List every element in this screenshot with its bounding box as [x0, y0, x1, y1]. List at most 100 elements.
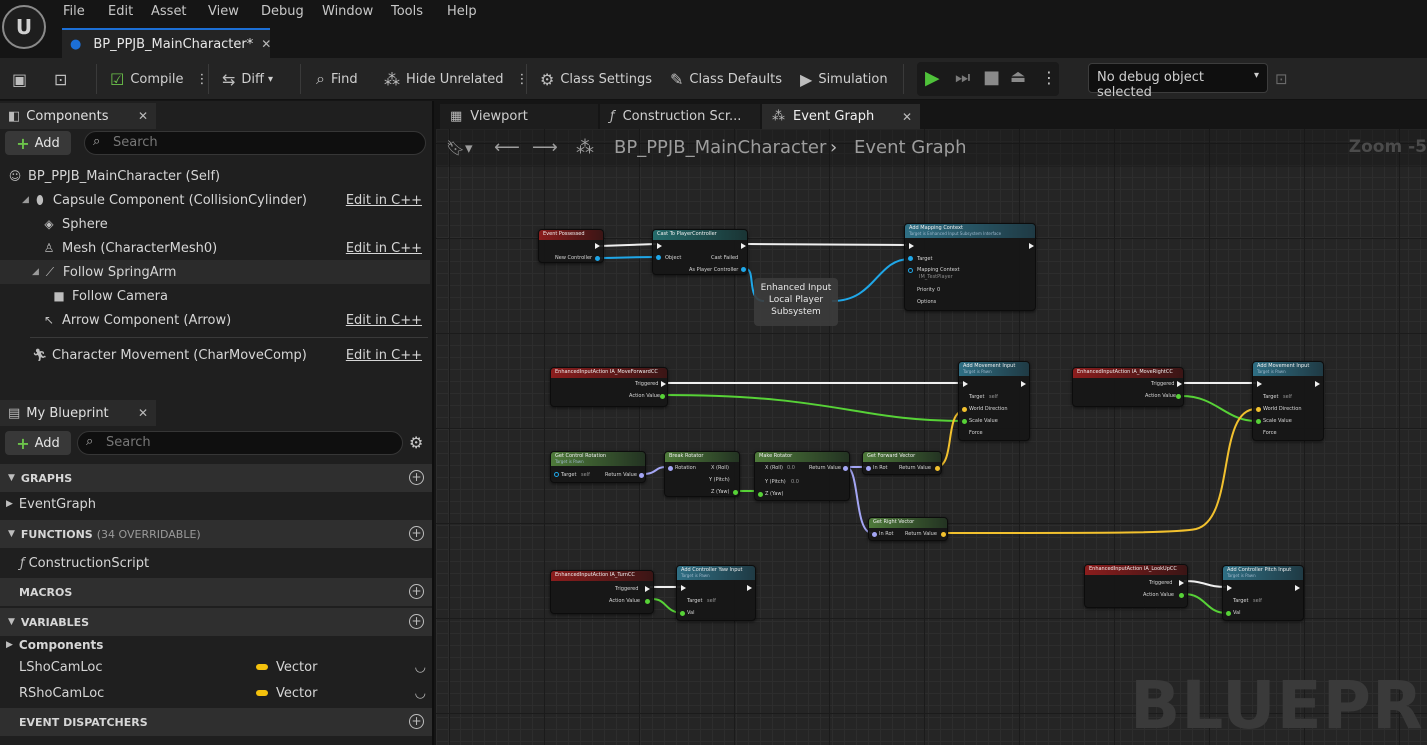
- back-arrow-icon[interactable]: ⟵: [494, 137, 520, 158]
- component-arrow[interactable]: ↖ Arrow Component (Arrow) Edit in C++: [0, 308, 430, 332]
- object-pin[interactable]: [656, 255, 661, 260]
- class-settings-button[interactable]: ⚙ Class Settings: [540, 58, 652, 100]
- save-button[interactable]: ▣: [12, 58, 33, 100]
- component-sphere[interactable]: ◈ Sphere: [0, 212, 430, 236]
- add-circle-icon[interactable]: +: [409, 584, 424, 599]
- float-pin[interactable]: [680, 611, 685, 616]
- object-pin[interactable]: [908, 256, 913, 261]
- component-camera[interactable]: ■ Follow Camera: [0, 284, 430, 308]
- variable-type[interactable]: Vector: [256, 660, 317, 675]
- exec-out-pin[interactable]: [1179, 580, 1184, 586]
- settings-icon[interactable]: ⚙: [409, 433, 423, 452]
- edit-in-cpp-link[interactable]: Edit in C++: [346, 241, 422, 256]
- edit-in-cpp-link[interactable]: Edit in C++: [346, 348, 422, 363]
- function-item-constructionscript[interactable]: ƒ ConstructionScript: [0, 551, 432, 575]
- component-charmove[interactable]: 🏃︎ Character Movement (CharMoveComp) Edi…: [0, 343, 430, 367]
- more-icon[interactable]: ⋮: [196, 72, 209, 87]
- node-get-right-vector[interactable]: Get Right Vector In Rot Return Value: [868, 517, 948, 541]
- node-ia-turn[interactable]: EnhancedInputAction IA_TurnCC Triggered …: [550, 570, 654, 614]
- node-ia-lookup[interactable]: EnhancedInputAction IA_LookUpCC Triggere…: [1084, 564, 1188, 608]
- node-get-control-rotation[interactable]: Get Control Rotation Target is Pawn Targe…: [550, 451, 646, 483]
- component-self[interactable]: ☺ BP_PPJB_MainCharacter (Self): [0, 164, 430, 188]
- collapse-arrow-icon[interactable]: ◢: [22, 195, 29, 205]
- rotator-pin[interactable]: [843, 466, 848, 471]
- exec-out-pin[interactable]: [645, 586, 650, 592]
- float-pin[interactable]: [962, 419, 967, 424]
- menu-help[interactable]: Help: [447, 4, 477, 19]
- float-pin[interactable]: [1256, 419, 1261, 424]
- tab-event-graph[interactable]: ⁂ Event Graph ✕: [762, 104, 920, 129]
- components-tab[interactable]: ◧ Components ✕: [0, 103, 156, 129]
- collapse-arrow-icon[interactable]: ▶: [6, 499, 13, 509]
- float-pin[interactable]: [1226, 611, 1231, 616]
- collapse-arrow-icon[interactable]: ▶: [6, 640, 13, 650]
- vector-pin[interactable]: [935, 466, 940, 471]
- graphs-section-header[interactable]: ▼ GRAPHS +: [0, 464, 432, 492]
- node-add-mapping-context[interactable]: Add Mapping Context Target is Enhanced In…: [904, 223, 1036, 311]
- play-icon[interactable]: ▶: [925, 67, 940, 89]
- exec-in-pin[interactable]: [1257, 381, 1262, 387]
- event-graph-canvas[interactable]: 🔖︎▾ ⟵ ⟶ ⁂ BP_PPJB_MainCharacter › Event …: [436, 129, 1427, 745]
- exec-out-pin[interactable]: [595, 243, 600, 249]
- add-member-button[interactable]: + Add: [5, 431, 71, 455]
- rotator-pin[interactable]: [872, 532, 877, 537]
- menu-edit[interactable]: Edit: [108, 4, 133, 19]
- object-pin[interactable]: [741, 267, 746, 272]
- step-icon[interactable]: ⏭: [955, 68, 970, 88]
- pin-value[interactable]: 0.0: [791, 479, 799, 485]
- node-add-movement-input[interactable]: Add Movement Input Target is Pawn Target …: [958, 361, 1030, 441]
- node-break-rotator[interactable]: Break Rotator Rotation X (Roll) Y (Pitch…: [664, 451, 740, 497]
- tab-construction-script[interactable]: ƒ Construction Scr...: [600, 104, 760, 129]
- object-pin[interactable]: [595, 256, 600, 261]
- vector-pin[interactable]: [962, 407, 967, 412]
- rotator-pin[interactable]: [866, 466, 871, 471]
- functions-section-header[interactable]: ▼ FUNCTIONS (34 OVERRIDABLE) +: [0, 520, 432, 548]
- node-ia-move-forward[interactable]: EnhancedInputAction IA_MoveForwardCC Tri…: [550, 367, 668, 407]
- float-pin[interactable]: [758, 492, 763, 497]
- collapse-arrow-icon[interactable]: ◢: [32, 267, 39, 277]
- float-pin[interactable]: [660, 394, 665, 399]
- edit-in-cpp-link[interactable]: Edit in C++: [346, 313, 422, 328]
- compile-button[interactable]: ☑ Compile ⋮: [110, 58, 209, 100]
- add-component-button[interactable]: + Add: [5, 131, 71, 155]
- variable-category-components[interactable]: ▶ Components: [0, 633, 432, 657]
- debug-browse-icon[interactable]: ⊡: [1275, 70, 1288, 88]
- close-icon[interactable]: ✕: [902, 110, 912, 124]
- simulation-button[interactable]: ▶ Simulation: [800, 58, 888, 100]
- component-springarm[interactable]: ◢ ⟋ Follow SpringArm: [0, 260, 430, 284]
- node-add-controller-yaw-input[interactable]: Add Controller Yaw Input Target is Pawn T…: [676, 565, 756, 621]
- add-circle-icon[interactable]: +: [409, 614, 424, 629]
- menu-window[interactable]: Window: [322, 4, 373, 19]
- bookmark-icon[interactable]: 🔖︎▾: [446, 139, 473, 157]
- node-add-movement-input[interactable]: Add Movement Input Target is Pawn Target …: [1252, 361, 1324, 441]
- exec-out-pin[interactable]: [1177, 381, 1182, 387]
- menu-view[interactable]: View: [208, 4, 239, 19]
- forward-arrow-icon[interactable]: ⟶: [532, 137, 558, 158]
- variables-section-header[interactable]: ▼ VARIABLES +: [0, 608, 432, 636]
- eject-icon[interactable]: ⏏: [1010, 67, 1026, 87]
- more-icon[interactable]: ⋮: [1041, 68, 1057, 87]
- diff-button[interactable]: ⇆ Diff ▾: [222, 58, 273, 100]
- float-pin[interactable]: [1176, 394, 1181, 399]
- document-tab[interactable]: ● BP_PPJB_MainCharacter* ✕: [62, 28, 271, 58]
- edit-in-cpp-link[interactable]: Edit in C++: [346, 193, 422, 208]
- node-add-controller-pitch-input[interactable]: Add Controller Pitch Input Target is Pawn…: [1222, 565, 1304, 621]
- event-dispatchers-section-header[interactable]: EVENT DISPATCHERS +: [0, 708, 432, 736]
- macros-section-header[interactable]: MACROS +: [0, 578, 432, 606]
- node-get-forward-vector[interactable]: Get Forward Vector In Rot Return Value: [862, 451, 942, 475]
- rotator-pin[interactable]: [668, 466, 673, 471]
- node-cast-to-playercontroller[interactable]: Cast To PlayerController Object Cast Fai…: [652, 229, 748, 275]
- exec-out-pin[interactable]: [1295, 585, 1300, 591]
- object-pin[interactable]: [908, 268, 913, 273]
- breadcrumb-leaf[interactable]: Event Graph: [854, 137, 967, 158]
- class-defaults-button[interactable]: ✎ Class Defaults: [670, 58, 782, 100]
- menu-file[interactable]: File: [63, 4, 85, 19]
- menu-debug[interactable]: Debug: [261, 4, 304, 19]
- pin-value[interactable]: IM_TestPlayer: [919, 274, 953, 280]
- menu-asset[interactable]: Asset: [151, 4, 187, 19]
- exec-in-pin[interactable]: [1227, 585, 1232, 591]
- breadcrumb-root[interactable]: BP_PPJB_MainCharacter: [614, 137, 826, 158]
- eye-icon[interactable]: ◡: [415, 660, 426, 675]
- object-pin[interactable]: [554, 472, 559, 477]
- pin-value[interactable]: 0: [937, 287, 940, 293]
